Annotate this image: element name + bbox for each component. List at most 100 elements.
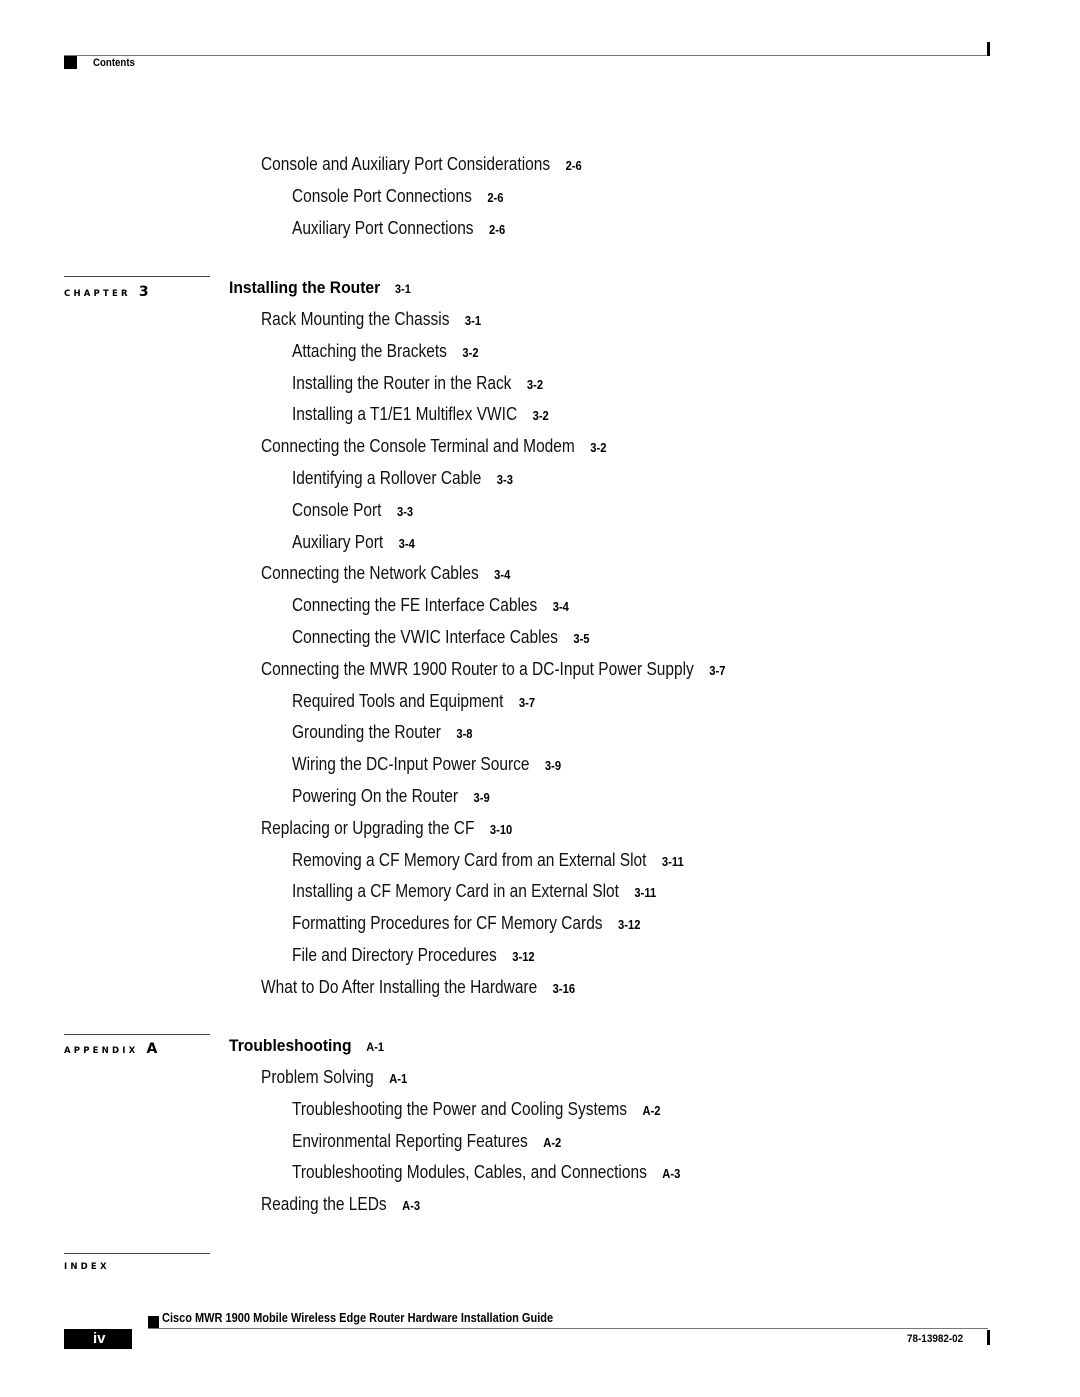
toc-entry[interactable]: Environmental Reporting Features A-2 — [292, 1131, 561, 1152]
footer-page-box: iv — [64, 1329, 132, 1349]
toc-entry-title: Wiring the DC-Input Power Source — [292, 754, 530, 775]
toc-entry[interactable]: Connecting the MWR 1900 Router to a DC-I… — [261, 659, 725, 680]
toc-entry-page: 2-6 — [565, 158, 582, 173]
appendix-title-link[interactable]: Troubleshooting A-1 — [229, 1036, 384, 1056]
appendix-letter: A — [146, 1041, 158, 1057]
toc-entry[interactable]: Installing a T1/E1 Multiflex VWIC 3-2 — [292, 404, 549, 425]
toc-entry-title: Troubleshooting Modules, Cables, and Con… — [292, 1162, 647, 1183]
toc-entry[interactable]: Attaching the Brackets 3-2 — [292, 341, 479, 362]
toc-entry-page: 3-12 — [512, 949, 535, 964]
toc-entry[interactable]: Console Port Connections 2-6 — [292, 186, 503, 207]
toc-entry-title: Installing a CF Memory Card in an Extern… — [292, 881, 619, 902]
chapter-title: Installing the Router — [229, 278, 381, 297]
toc-entry-title: Removing a CF Memory Card from an Extern… — [292, 849, 647, 870]
toc-entry-title: Powering On the Router — [292, 786, 459, 806]
toc-entry-title: Auxiliary Port — [292, 531, 384, 552]
toc-entry[interactable]: Auxiliary Port Connections 2-6 — [292, 218, 505, 239]
toc-entry[interactable]: Console Port 3-3 — [292, 500, 413, 521]
toc-entry-page: A-3 — [662, 1166, 681, 1182]
toc-entry-title: Connecting the VWIC Interface Cables — [292, 627, 558, 647]
toc-entry[interactable]: Troubleshooting Modules, Cables, and Con… — [292, 1162, 680, 1183]
toc-entry-page: 3-4 — [552, 599, 569, 615]
toc-entry-title: Connecting the Network Cables — [261, 563, 479, 584]
toc-entry-title: What to Do After Installing the Hardware — [261, 976, 538, 997]
toc-entry[interactable]: Connecting the Console Terminal and Mode… — [261, 436, 606, 457]
toc-entry-page: 3-4 — [398, 535, 415, 551]
header-marker — [64, 56, 77, 69]
toc-entry-page: 3-2 — [590, 440, 607, 456]
toc-entry-page: 3-2 — [462, 344, 479, 360]
toc-entry-page: 3-7 — [709, 662, 726, 678]
toc-entry-title: Replacing or Upgrading the CF — [261, 817, 475, 838]
toc-entry-title: Grounding the Router — [292, 722, 441, 743]
toc-entry-page: 3-8 — [456, 726, 473, 742]
toc-entry[interactable]: File and Directory Procedures 3-12 — [292, 945, 535, 966]
toc-entry[interactable]: Connecting the FE Interface Cables 3-4 — [292, 595, 569, 616]
chapter-page: 3-1 — [394, 282, 411, 296]
toc-entry[interactable]: Powering On the Router 3-9 — [292, 786, 490, 807]
toc-entry[interactable]: Replacing or Upgrading the CF 3-10 — [261, 818, 512, 839]
toc-entry-title: Reading the LEDs — [261, 1194, 387, 1215]
toc-entry-title: Console Port Connections — [292, 185, 472, 206]
toc-entry-title: Console and Auxiliary Port Consideration… — [261, 154, 551, 174]
toc-entry-page: 3-5 — [573, 631, 590, 646]
toc-entry[interactable]: Auxiliary Port 3-4 — [292, 532, 415, 553]
toc-entry-title: Installing a T1/E1 Multiflex VWIC — [292, 404, 518, 425]
toc-entry[interactable]: Identifying a Rollover Cable 3-3 — [292, 468, 513, 489]
toc-entry-page: 3-7 — [518, 694, 536, 710]
toc-entry-page: 3-11 — [634, 885, 657, 901]
toc-entry[interactable]: Console and Auxiliary Port Consideration… — [261, 154, 582, 175]
toc-entry-title: File and Directory Procedures — [292, 945, 497, 965]
toc-entry[interactable]: Installing the Router in the Rack 3-2 — [292, 373, 543, 394]
appendix-page: A-1 — [366, 1040, 385, 1054]
footer-doc-number: 78-13982-02 — [907, 1333, 964, 1345]
toc-entry-page: A-1 — [389, 1071, 408, 1086]
footer-marker — [148, 1316, 159, 1328]
header-label: Contents — [93, 57, 135, 69]
index-link[interactable]: INDEX — [64, 1262, 110, 1272]
toc-entry[interactable]: Grounding the Router 3-8 — [292, 722, 473, 743]
toc-entry-page: 3-2 — [526, 376, 544, 392]
toc-entry[interactable]: Required Tools and Equipment 3-7 — [292, 691, 535, 712]
toc-entry[interactable]: Connecting the Network Cables 3-4 — [261, 563, 510, 584]
toc-entry-title: Console Port — [292, 499, 382, 520]
toc-entry-page: 3-11 — [661, 853, 684, 869]
toc-entry-title: Problem Solving — [261, 1067, 374, 1087]
toc-entry[interactable]: Formatting Procedures for CF Memory Card… — [292, 913, 640, 934]
footer-guide-title: Cisco MWR 1900 Mobile Wireless Edge Rout… — [162, 1311, 554, 1325]
toc-entry-title: Environmental Reporting Features — [292, 1130, 528, 1151]
toc-entry-title: Connecting the MWR 1900 Router to a DC-I… — [261, 658, 694, 679]
toc-entry[interactable]: Wiring the DC-Input Power Source 3-9 — [292, 754, 561, 775]
header-edge-mark — [987, 42, 990, 56]
toc-entry-title: Troubleshooting the Power and Cooling Sy… — [292, 1098, 628, 1119]
toc-entry-title: Auxiliary Port Connections — [292, 217, 474, 238]
toc-entry[interactable]: What to Do After Installing the Hardware… — [261, 977, 575, 998]
appendix-label: APPENDIX A — [64, 1041, 157, 1057]
toc-entry-page: 3-10 — [489, 821, 513, 837]
toc-entry[interactable]: Reading the LEDs A-3 — [261, 1194, 420, 1215]
toc-entry-page: 2-6 — [487, 189, 504, 205]
appendix-rule — [64, 1034, 210, 1035]
toc-entry[interactable]: Removing a CF Memory Card from an Extern… — [292, 850, 684, 871]
toc-entry-title: Installing the Router in the Rack — [292, 372, 512, 393]
toc-entry-page: 3-16 — [552, 980, 576, 996]
chapter-title-link[interactable]: Installing the Router 3-1 — [229, 278, 411, 298]
chapter-number: 3 — [138, 284, 149, 300]
toc-entry-page: 3-3 — [396, 503, 414, 519]
toc-entry[interactable]: Installing a CF Memory Card in an Extern… — [292, 881, 656, 902]
appendix-title: Troubleshooting — [229, 1036, 352, 1055]
footer-page-number: iv — [93, 1330, 106, 1347]
toc-entry-page: A-2 — [642, 1102, 661, 1118]
toc-entry-page: 3-12 — [618, 917, 641, 933]
toc-entry-page: A-3 — [402, 1198, 421, 1214]
chapter-rule — [64, 276, 210, 277]
toc-entry[interactable]: Connecting the VWIC Interface Cables 3-5 — [292, 627, 590, 648]
toc-entry[interactable]: Rack Mounting the Chassis 3-1 — [261, 309, 481, 330]
toc-entry[interactable]: Troubleshooting the Power and Cooling Sy… — [292, 1099, 661, 1120]
toc-entry-title: Connecting the Console Terminal and Mode… — [261, 436, 575, 457]
toc-entry-page: A-2 — [543, 1134, 562, 1150]
toc-entry-title: Attaching the Brackets — [292, 340, 447, 361]
toc-entry[interactable]: Problem Solving A-1 — [261, 1067, 407, 1088]
appendix-label-text: APPENDIX — [64, 1046, 139, 1056]
toc-entry-page: 3-1 — [464, 313, 482, 328]
